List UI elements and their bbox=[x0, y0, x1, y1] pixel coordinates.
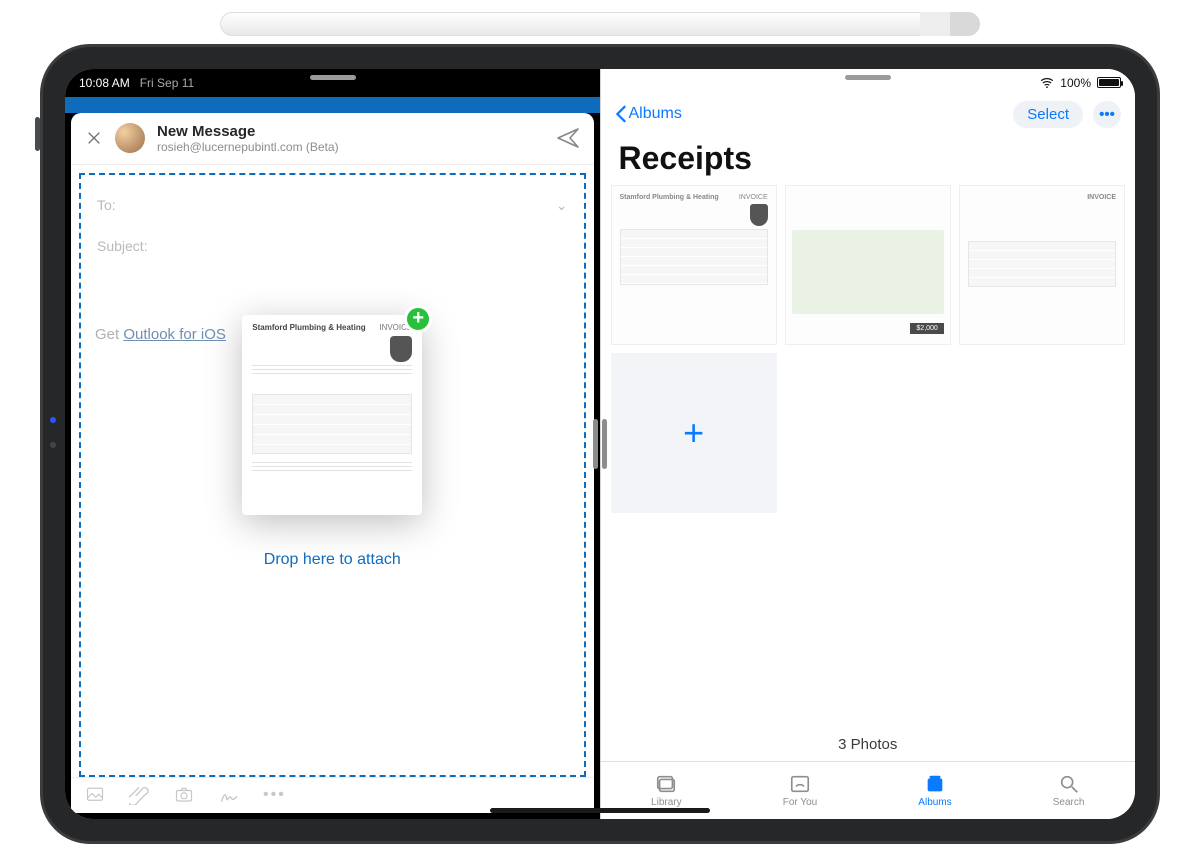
paperclip-icon[interactable] bbox=[129, 785, 149, 805]
more-icon[interactable]: ••• bbox=[263, 786, 286, 804]
outlook-app-bar bbox=[65, 97, 600, 113]
subject-field[interactable]: Subject: bbox=[95, 226, 570, 266]
ipad-frame: 10:08 AM Fri Sep 11 New Message rosieh@l… bbox=[40, 44, 1160, 844]
search-icon bbox=[1057, 773, 1081, 795]
outlook-app: 10:08 AM Fri Sep 11 New Message rosieh@l… bbox=[65, 69, 600, 819]
ipad-device: 10:08 AM Fri Sep 11 New Message rosieh@l… bbox=[40, 24, 1160, 844]
photo-thumbnail[interactable]: $2,000 bbox=[785, 185, 951, 345]
splitview-handle[interactable] bbox=[593, 419, 598, 469]
image-icon[interactable] bbox=[85, 786, 105, 804]
wifi-icon bbox=[1040, 76, 1054, 90]
close-button[interactable] bbox=[85, 129, 103, 147]
status-date: Fri Sep 11 bbox=[140, 76, 194, 90]
battery-percent: 100% bbox=[1060, 76, 1091, 90]
albums-icon bbox=[923, 773, 947, 795]
drop-zone[interactable]: To: ⌄ Subject: Get Outlook for iOS + Sta… bbox=[79, 173, 586, 777]
avatar bbox=[115, 123, 145, 153]
splitview-handle[interactable] bbox=[602, 419, 607, 469]
back-button[interactable]: Albums bbox=[615, 105, 682, 123]
send-button[interactable] bbox=[556, 126, 580, 150]
multitask-pill-right[interactable] bbox=[845, 75, 891, 80]
status-bar: 10:08 AM Fri Sep 11 bbox=[65, 69, 600, 97]
status-time: 10:08 AM bbox=[79, 76, 130, 90]
signature-icon[interactable] bbox=[219, 785, 239, 805]
screen: 10:08 AM Fri Sep 11 New Message rosieh@l… bbox=[65, 69, 1135, 819]
home-indicator[interactable] bbox=[490, 808, 710, 813]
tab-library[interactable]: Library bbox=[651, 773, 682, 808]
add-photo-button[interactable]: + bbox=[611, 353, 777, 513]
add-badge-icon: + bbox=[404, 305, 432, 333]
photo-grid: Stamford Plumbing & HeatingINVOICE $2,00… bbox=[601, 185, 1136, 513]
photo-thumbnail[interactable]: Stamford Plumbing & HeatingINVOICE bbox=[611, 185, 777, 345]
foryou-icon bbox=[788, 773, 812, 795]
status-bar: 100% bbox=[601, 69, 1136, 97]
more-button[interactable]: ••• bbox=[1093, 101, 1121, 128]
tab-search[interactable]: Search bbox=[1053, 773, 1085, 808]
camera-icon[interactable] bbox=[173, 786, 195, 804]
compose-sheet: New Message rosieh@lucernepubintl.com (B… bbox=[71, 113, 594, 813]
photo-thumbnail[interactable]: INVOICE bbox=[959, 185, 1125, 345]
library-icon bbox=[654, 773, 678, 795]
outlook-ios-link[interactable]: Outlook for iOS bbox=[123, 326, 226, 343]
photos-app: 100% Albums Select ••• Receip bbox=[600, 69, 1136, 819]
select-button[interactable]: Select bbox=[1013, 101, 1083, 128]
dragging-attachment[interactable]: + Stamford Plumbing & Heating INVOICE bbox=[242, 315, 422, 515]
apple-pencil bbox=[220, 12, 980, 36]
multitask-pill-left[interactable] bbox=[310, 75, 356, 80]
compose-header: New Message rosieh@lucernepubintl.com (B… bbox=[71, 113, 594, 165]
to-field[interactable]: To: ⌄ bbox=[95, 185, 570, 226]
photos-nav: Albums Select ••• bbox=[601, 97, 1136, 136]
album-title: Receipts bbox=[601, 136, 1136, 185]
tab-albums[interactable]: Albums bbox=[918, 773, 951, 808]
compose-title: New Message bbox=[157, 123, 339, 140]
tab-foryou[interactable]: For You bbox=[783, 773, 817, 808]
photo-count: 3 Photos bbox=[601, 712, 1136, 761]
battery-icon bbox=[1097, 77, 1121, 88]
chevron-down-icon[interactable]: ⌄ bbox=[556, 197, 568, 214]
drop-caption: Drop here to attach bbox=[81, 551, 584, 569]
compose-sender: rosieh@lucernepubintl.com (Beta) bbox=[157, 140, 339, 154]
